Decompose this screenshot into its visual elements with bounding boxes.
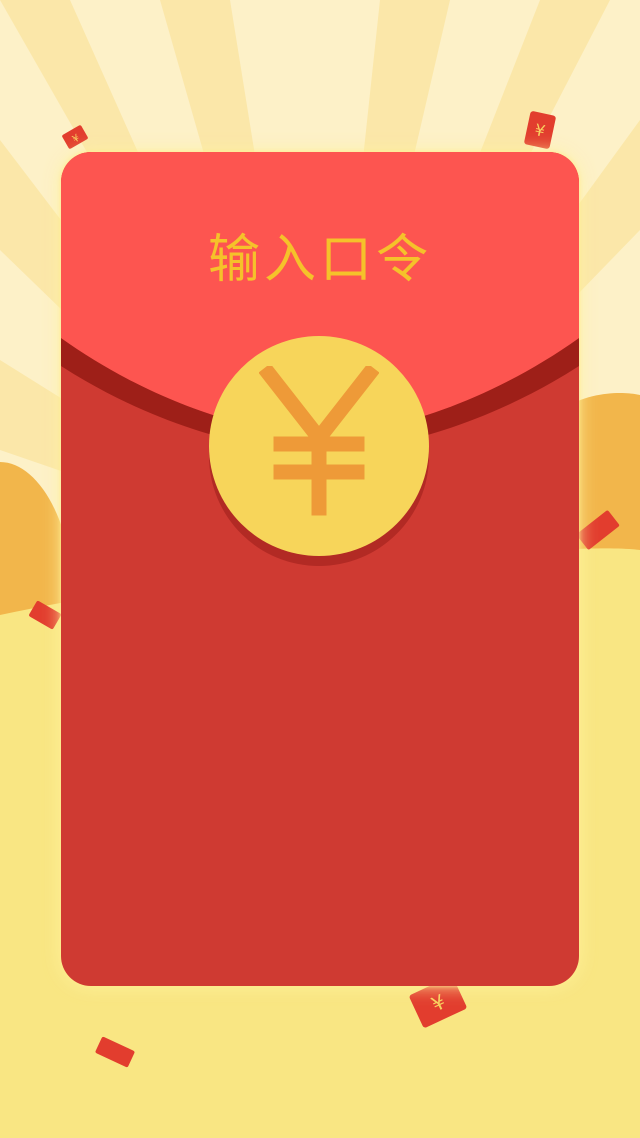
yuan-icon bbox=[259, 366, 379, 516]
red-envelope: 输入口令 bbox=[61, 152, 579, 986]
envelope-title: 输入口令 bbox=[207, 230, 432, 290]
red-packet-screen: ¥ ¥ ¥ 输入口令 bbox=[0, 0, 640, 1138]
open-red-packet-button[interactable] bbox=[209, 336, 429, 556]
